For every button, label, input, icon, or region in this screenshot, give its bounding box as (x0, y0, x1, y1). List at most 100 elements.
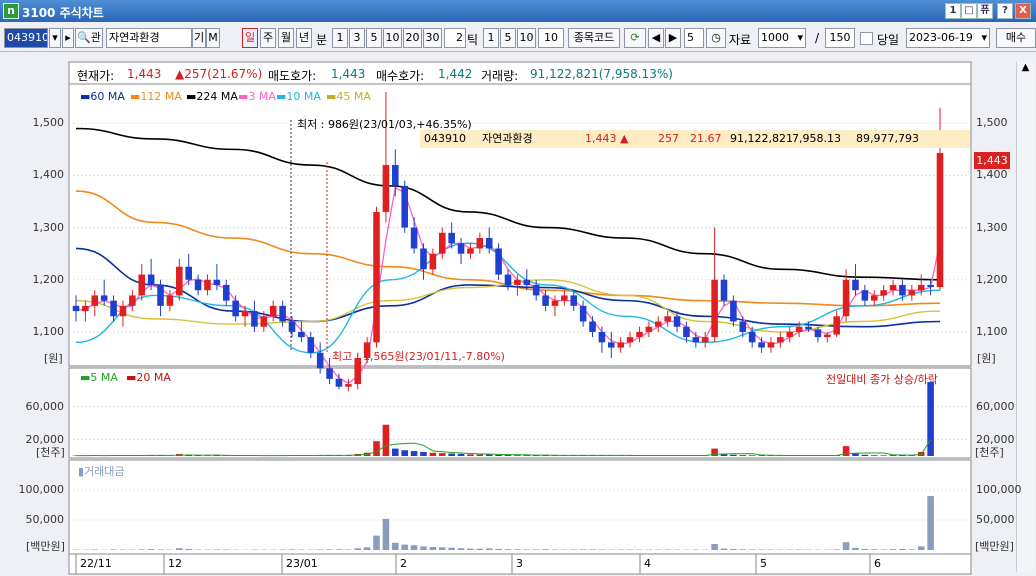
app-icon: n (3, 3, 19, 19)
amount-bar (345, 549, 352, 550)
amount-bar (147, 549, 155, 550)
volume-bar (438, 453, 446, 456)
x-axis-label: 4 (644, 557, 651, 570)
candle-body (298, 331, 305, 338)
x-axis-label: 3 (516, 557, 523, 570)
volume-bar (720, 454, 728, 456)
prev-button[interactable]: ◀ (648, 28, 664, 48)
candle-body (476, 238, 484, 249)
candle-body (467, 248, 474, 254)
quote-strip: 043910 자연과환경 1,443 ▲ 257 21.67 91,122,82… (420, 130, 970, 148)
volume-bar (504, 455, 512, 456)
restore-button[interactable]: □ (961, 3, 977, 19)
current-price-tag: 1,443 (974, 152, 1010, 169)
candle-body (692, 337, 700, 343)
date-select[interactable]: 2023-06-19 ▾ (906, 28, 990, 48)
scroll-up-icon[interactable]: ▲ (1017, 62, 1034, 73)
next-button[interactable]: ▶ (665, 28, 681, 48)
candle-body (504, 274, 512, 285)
candle-body (457, 243, 465, 254)
mode-m-button[interactable]: M (206, 28, 220, 48)
period-month-tab[interactable]: 월 (278, 28, 294, 48)
amount-tick-label-right: 100,000 (976, 483, 1022, 496)
legend-ma112: ▬112 MA (130, 90, 182, 103)
refresh-button[interactable]: ⟳ (624, 28, 646, 48)
candle-body (204, 279, 211, 291)
period-day-tab[interactable]: 일 (242, 28, 258, 48)
legend-ma45: ▬45 MA (326, 90, 371, 103)
candle-body (626, 337, 634, 343)
price-tick-label-left: 1,300 (32, 220, 65, 234)
volume-compare-label: 전일대비 종가 상승/하락 (826, 373, 938, 386)
period-year-tab[interactable]: 년 (296, 28, 312, 48)
chevron-down-icon: ▾ (981, 31, 987, 44)
candle-body (870, 295, 878, 301)
amount-bar (438, 547, 446, 550)
min-1-button[interactable]: 1 (332, 28, 348, 48)
candle-body (373, 211, 380, 343)
amount-bar (373, 535, 380, 550)
amount-bar (589, 549, 596, 550)
view-count-input[interactable]: 150 (825, 28, 855, 48)
candle-body (316, 352, 324, 369)
volume-bar (870, 455, 878, 456)
candle-body (129, 295, 136, 306)
quote-price: 1,443 (585, 132, 617, 145)
amount-bar (852, 547, 859, 550)
amount-bar (410, 545, 418, 550)
pin-button[interactable]: 1 (945, 3, 961, 19)
volume-bar (514, 455, 521, 456)
volume-bar (476, 454, 484, 456)
period-week-tab[interactable]: 주 (260, 28, 276, 48)
candle-body (410, 227, 418, 249)
minute-label: 분 (316, 33, 328, 47)
candle-body (420, 248, 427, 270)
data-count-select[interactable]: 1000 ▾ (758, 28, 806, 48)
volume-unit-right: [천주] (975, 446, 1004, 459)
buy-button[interactable]: 매수 (996, 28, 1036, 48)
mode-gi-button[interactable]: 기 (192, 28, 206, 48)
candle-body (335, 378, 343, 387)
amount-bar (485, 548, 493, 550)
candle-body (91, 295, 99, 306)
candle-body (608, 342, 615, 348)
candle-body (326, 368, 333, 379)
next-arrow-button[interactable]: ▸ (62, 28, 74, 48)
candle-body (598, 331, 606, 343)
code-label-button[interactable]: 종목코드 (568, 28, 620, 48)
step-input[interactable]: 5 (684, 28, 704, 48)
close-button[interactable]: X (1015, 3, 1031, 19)
tick-5-button[interactable]: 5 (500, 28, 516, 48)
min-5-button[interactable]: 5 (366, 28, 382, 48)
min-10-button[interactable]: 10 (383, 28, 402, 48)
min-20-button[interactable]: 20 (403, 28, 422, 48)
today-checkbox[interactable] (860, 32, 873, 45)
left-arrow-icon: ◀ (651, 31, 661, 44)
min-3-button[interactable]: 3 (349, 28, 365, 48)
tick-custom-input[interactable]: 10 (538, 28, 564, 48)
search-button[interactable]: 🔍관 (75, 28, 103, 48)
candle-body (777, 337, 784, 343)
tick-10-button[interactable]: 10 (517, 28, 536, 48)
volume-bar (880, 455, 887, 456)
float-button[interactable]: 퓨 (977, 3, 993, 19)
code-dropdown-button[interactable]: ▾ (49, 28, 61, 48)
stock-code-input[interactable]: 043910 (4, 28, 48, 48)
clock-button[interactable]: ◷ (706, 28, 726, 48)
amount-bar (861, 548, 869, 550)
volume-bar (448, 453, 455, 456)
candle-body (664, 316, 671, 322)
min-30-button[interactable]: 30 (423, 28, 442, 48)
amount-bar (420, 546, 427, 550)
amount-bar (185, 548, 192, 550)
help-button[interactable]: ? (997, 3, 1013, 19)
amount-bar (213, 549, 221, 550)
amount-bar (363, 547, 371, 550)
tick-input[interactable]: 2 (444, 28, 466, 48)
tick-1-button[interactable]: 1 (483, 28, 499, 48)
chart-window: 현재가: 1,443 ▲257(21.67%) 매도호가: 1,443 매수호가… (0, 52, 1036, 576)
stock-name-field[interactable]: 자연과환경 (106, 28, 192, 48)
candle-body (720, 279, 728, 301)
candle-body (814, 329, 822, 338)
volume-bar (457, 453, 465, 456)
